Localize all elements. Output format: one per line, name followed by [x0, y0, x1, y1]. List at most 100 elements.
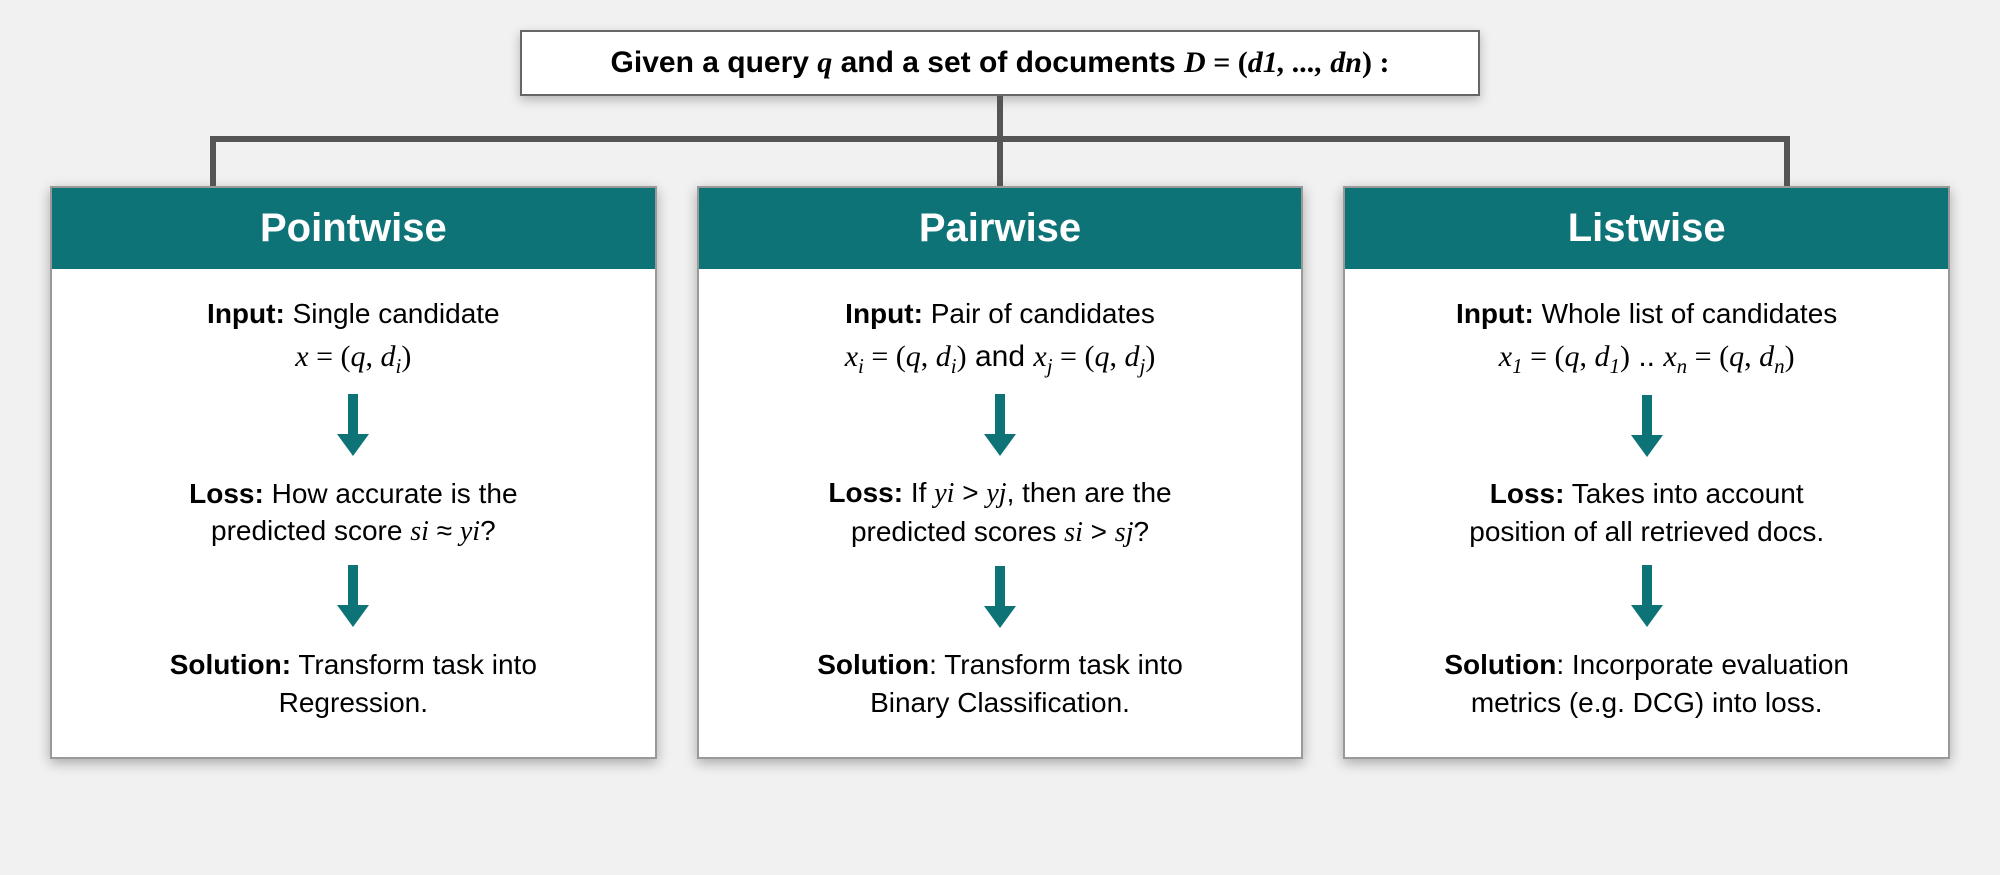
listwise-input-text: Whole list of candidates — [1534, 298, 1838, 329]
listwise-input-formula: x1 = (q, d1) .. xn = (q, dn) — [1375, 337, 1918, 380]
pr-l-yjs: j — [999, 478, 1007, 509]
pointwise-input: Input: Single candidate x = (q, di) — [82, 295, 625, 380]
cards-row: Pointwise Input: Single candidate x = (q… — [50, 186, 1950, 759]
lw-q1: q — [1565, 340, 1580, 373]
lw-c1: ) — [1620, 340, 1630, 373]
tree-connector — [210, 96, 1790, 186]
connector-drop-left — [210, 136, 216, 186]
card-pointwise-body: Input: Single candidate x = (q, di) Loss… — [52, 269, 655, 757]
pw-l-ysub: i — [472, 516, 480, 547]
lw-dn: d — [1759, 340, 1774, 373]
pointwise-loss-label: Loss: — [189, 478, 264, 509]
card-pairwise-title: Pairwise — [699, 188, 1302, 269]
listwise-solution: Solution: Incorporate evaluation metrics… — [1375, 646, 1918, 722]
lw-eq1: = ( — [1523, 340, 1565, 373]
pairwise-loss: Loss: If yi > yj, then are the predicted… — [729, 474, 1272, 552]
card-listwise: Listwise Input: Whole list of candidates… — [1343, 186, 1950, 759]
card-pairwise: Pairwise Input: Pair of candidates xi = … — [697, 186, 1304, 759]
root-sep: , ..., — [1278, 46, 1331, 79]
card-pointwise: Pointwise Input: Single candidate x = (q… — [50, 186, 657, 759]
pointwise-input-label: Input: — [207, 298, 285, 329]
pr-l-q: ? — [1133, 516, 1149, 547]
root-D: D — [1184, 46, 1206, 79]
pw-l-y: y — [460, 516, 472, 547]
root-q: q — [817, 46, 832, 79]
lw-d1s: 1 — [1610, 354, 1621, 378]
root-mid: and a set of documents — [832, 46, 1184, 79]
pr-l-gt2: > — [1083, 516, 1115, 547]
arrow-down-icon — [729, 566, 1272, 628]
pr-d2: d — [1124, 340, 1139, 373]
pr-eq2: = ( — [1053, 340, 1095, 373]
card-pairwise-body: Input: Pair of candidates xi = (q, di) a… — [699, 269, 1302, 757]
lw-c2: ) — [1785, 340, 1795, 373]
pr-s1: , — [921, 340, 936, 373]
card-listwise-title: Listwise — [1345, 188, 1948, 269]
pairwise-input-label: Input: — [845, 298, 923, 329]
pr-c2: ) — [1145, 340, 1155, 373]
lw-dots: .. — [1630, 340, 1663, 373]
root-d1-sub: 1 — [1263, 46, 1278, 79]
pointwise-input-formula: x = (q, di) — [82, 337, 625, 380]
root-d1: d — [1248, 46, 1263, 79]
listwise-loss: Loss: Takes into account position of all… — [1375, 475, 1918, 551]
arrow-down-icon — [1375, 565, 1918, 627]
pr-s2: , — [1109, 340, 1124, 373]
pairwise-input: Input: Pair of candidates xi = (q, di) a… — [729, 295, 1272, 380]
lw-dns: n — [1774, 354, 1785, 378]
pr-l-line2: predicted scores — [851, 516, 1064, 547]
pr-l-yj: y — [986, 478, 998, 509]
lw-l-t2: position of all retrieved docs. — [1469, 516, 1824, 547]
listwise-loss-label: Loss: — [1490, 478, 1565, 509]
pairwise-input-formula: xi = (q, di) and xj = (q, dj) — [729, 337, 1272, 380]
root-statement: Given a query q and a set of documents D… — [520, 30, 1480, 96]
lw-xn: x — [1663, 340, 1676, 373]
pr-xi: x — [845, 340, 858, 373]
pr-l-gt1: > — [954, 477, 986, 508]
lw-l-t1: Takes into account — [1564, 478, 1803, 509]
lw-sol-colon: : — [1556, 649, 1572, 680]
listwise-sol-label: Solution — [1444, 649, 1556, 680]
root-prefix: Given a query — [611, 46, 818, 79]
pr-l-if: If — [903, 477, 934, 508]
pointwise-sol-text2: Regression. — [279, 687, 428, 718]
pairwise-solution: Solution: Transform task into Binary Cla… — [729, 646, 1272, 722]
pr-l-si: s — [1064, 517, 1075, 548]
pr-q1: q — [906, 340, 921, 373]
pw-f-close: ) — [401, 340, 411, 373]
pr-xj: x — [1033, 340, 1046, 373]
card-listwise-body: Input: Whole list of candidates x1 = (q,… — [1345, 269, 1948, 757]
pr-c1: ) — [957, 340, 967, 373]
lw-x1: x — [1499, 340, 1512, 373]
lw-eq2: = ( — [1687, 340, 1729, 373]
pr-and: and — [967, 340, 1034, 373]
pr-l-then: , then are the — [1007, 477, 1172, 508]
root-dn: d — [1330, 46, 1345, 79]
root-dn-sub: n — [1345, 46, 1362, 79]
root-eq: = ( — [1206, 46, 1248, 79]
pw-f-eq: = ( — [309, 340, 351, 373]
pointwise-solution: Solution: Transform task into Regression… — [82, 646, 625, 722]
pw-f-q: q — [351, 340, 366, 373]
pw-l-s: s — [410, 516, 421, 547]
pointwise-input-text: Single candidate — [285, 298, 500, 329]
connector-drop-mid — [997, 136, 1003, 186]
pairwise-sol-label: Solution — [817, 649, 929, 680]
pr-l-yi: y — [934, 478, 946, 509]
pr-q2: q — [1094, 340, 1109, 373]
lw-sep1: , — [1580, 340, 1595, 373]
arrow-down-icon — [82, 565, 625, 627]
pw-l-approx: ≈ — [429, 515, 460, 546]
pr-l-sj: s — [1115, 517, 1126, 548]
listwise-input: Input: Whole list of candidates x1 = (q,… — [1375, 295, 1918, 380]
pw-f-sep: , — [366, 340, 381, 373]
lw-xns: n — [1677, 354, 1688, 378]
pointwise-sol-label: Solution: — [170, 649, 291, 680]
lw-sol-t2: metrics (e.g. DCG) into loss. — [1471, 687, 1823, 718]
root-suffix: ) : — [1362, 46, 1389, 79]
pr-l-sis: i — [1075, 517, 1083, 548]
connector-drop-right — [1784, 136, 1790, 186]
lw-q2: q — [1729, 340, 1744, 373]
card-pointwise-title: Pointwise — [52, 188, 655, 269]
pointwise-loss-text2: predicted score — [211, 515, 410, 546]
